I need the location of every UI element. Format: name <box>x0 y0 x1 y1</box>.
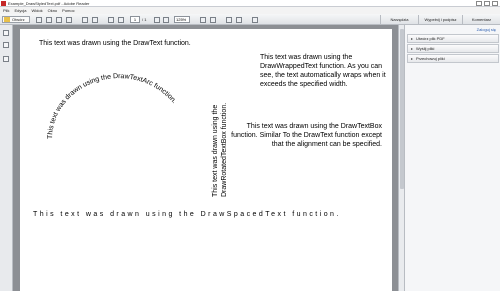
chevron-right-icon: ▸ <box>411 46 414 51</box>
panel-item-label: Wyślij pliki <box>416 46 435 51</box>
save-icon[interactable] <box>46 17 52 23</box>
folder-icon <box>4 17 10 22</box>
spaced-text-sample: This text was drawn using the DrawSpaced… <box>33 211 341 218</box>
navigation-rail <box>0 25 13 291</box>
attachments-icon[interactable] <box>3 42 9 48</box>
sign-in-link[interactable]: Zaloguj się <box>477 27 496 32</box>
fit-page-icon[interactable] <box>200 17 206 23</box>
print-icon[interactable] <box>56 17 62 23</box>
panel-item-label: Utwórz plik PDF <box>416 36 445 41</box>
window-title: Example_DrawStyledText.pdf - Adobe Reade… <box>8 1 90 6</box>
open-button[interactable]: Otwórz <box>2 16 30 23</box>
svg-text:This text was drawn using the: This text was drawn using the DrawTextAr… <box>47 73 178 139</box>
arc-text-sample: This text was drawn using the DrawTextAr… <box>47 73 178 139</box>
page-count: / 1 <box>142 17 147 22</box>
window-controls <box>476 1 498 6</box>
pdf-page: This text was drawn using the DrawText f… <box>20 29 392 291</box>
expand-icon[interactable] <box>252 17 258 23</box>
minimize-icon[interactable] <box>476 1 482 6</box>
select-tool-icon[interactable] <box>82 17 88 23</box>
menu-file[interactable]: Plik <box>3 7 9 14</box>
panel-item-label: Przechowuj pliki <box>416 56 445 61</box>
toolbar: Otwórz 1 / 1 125% Narzędzia Wypełnij i p… <box>0 14 500 25</box>
panel-item-send-files[interactable]: ▸ Wyślij pliki <box>407 44 499 53</box>
textbox-sample: This text was drawn using the DrawTextBo… <box>231 123 382 148</box>
email-icon[interactable] <box>66 17 72 23</box>
menu-view[interactable]: Widok <box>31 7 42 14</box>
chevron-right-icon: ▸ <box>411 56 414 61</box>
tools-button[interactable]: Narzędzia <box>380 15 418 24</box>
prev-page-icon[interactable] <box>108 17 114 23</box>
close-icon[interactable] <box>492 1 498 6</box>
page-number-input[interactable]: 1 <box>130 16 140 23</box>
fit-width-icon[interactable] <box>210 17 216 23</box>
zoom-in-icon[interactable] <box>163 17 169 23</box>
title-bar: Example_DrawStyledText.pdf - Adobe Reade… <box>0 0 500 7</box>
highlight-icon[interactable] <box>236 17 242 23</box>
menu-bar: Plik Edycja Widok Okno Pomoc <box>0 7 500 14</box>
document-viewport[interactable]: This text was drawn using the DrawText f… <box>13 25 398 291</box>
menu-window[interactable]: Okno <box>48 7 58 14</box>
create-pdf-icon[interactable] <box>36 17 42 23</box>
bookmarks-icon[interactable] <box>3 56 9 62</box>
menu-edit[interactable]: Edycja <box>14 7 26 14</box>
pages-panel-icon[interactable] <box>3 30 9 36</box>
drawtext-sample: This text was drawn using the DrawText f… <box>39 40 191 47</box>
next-page-icon[interactable] <box>118 17 124 23</box>
fill-sign-button[interactable]: Wypełnij i podpisz <box>418 15 462 24</box>
hand-tool-icon[interactable] <box>92 17 98 23</box>
rotated-text-line2: DrawRotatedTextBox function. <box>221 103 228 197</box>
open-label: Otwórz <box>12 17 25 22</box>
panel-item-create-pdf[interactable]: ▸ Utwórz plik PDF <box>407 34 499 43</box>
wrapped-text-sample: This text was drawn using the DrawWrappe… <box>260 54 386 88</box>
zoom-select[interactable]: 125% <box>174 16 190 23</box>
rotated-text-line1: This text was drawn using the <box>212 105 219 197</box>
chevron-right-icon: ▸ <box>411 36 414 41</box>
right-panel: Zaloguj się ▸ Utwórz plik PDF ▸ Wyślij p… <box>404 25 500 291</box>
comment-icon[interactable] <box>226 17 232 23</box>
menu-help[interactable]: Pomoc <box>62 7 74 14</box>
panel-item-store-files[interactable]: ▸ Przechowuj pliki <box>407 54 499 63</box>
maximize-icon[interactable] <box>484 1 490 6</box>
zoom-out-icon[interactable] <box>154 17 160 23</box>
adobe-reader-icon <box>1 1 6 6</box>
comment-button[interactable]: Komentarz <box>462 15 500 24</box>
arc-text: This text was drawn using the DrawTextAr… <box>47 73 178 139</box>
